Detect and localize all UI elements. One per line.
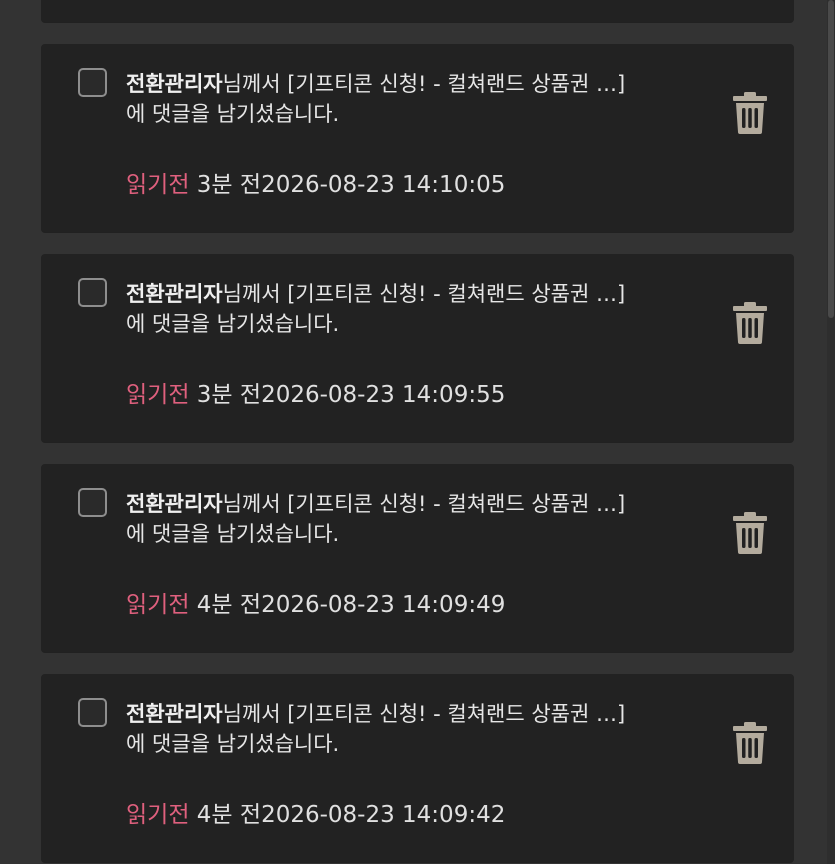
- notification-message: 전환관리자님께서 [기프티콘 신청! - 컬쳐랜드 상품권 …] 에 댓글을 남…: [126, 489, 716, 549]
- select-checkbox[interactable]: [78, 278, 107, 307]
- scrollbar-track[interactable]: [827, 0, 835, 864]
- message-text: 님께서 [기프티콘 신청! - 컬쳐랜드 상품권 …]: [222, 72, 626, 96]
- message-text: 님께서 [기프티콘 신청! - 컬쳐랜드 상품권 …]: [222, 282, 626, 306]
- notification-meta: 읽기전 4분 전2026-08-23 14:09:42: [126, 800, 505, 830]
- notification-card[interactable]: 전환관리자님께서 [기프티콘 신청! - 컬쳐랜드 상품권 …] 에 댓글을 남…: [41, 44, 794, 232]
- message-text: 님께서 [기프티콘 신청! - 컬쳐랜드 상품권 …]: [222, 492, 626, 516]
- relative-time: 4분 전: [189, 802, 262, 828]
- notification-list: 전환관리자님께서 [기프티콘 신청! - 컬쳐랜드 상품권 …] 에 댓글을 남…: [0, 0, 835, 864]
- scrollbar-thumb[interactable]: [828, 0, 834, 318]
- relative-time: 3분 전: [189, 382, 262, 408]
- notification-card[interactable]: 전환관리자님께서 [기프티콘 신청! - 컬쳐랜드 상품권 …] 에 댓글을 남…: [41, 464, 794, 652]
- unread-status: 읽기전: [126, 382, 190, 408]
- unread-status: 읽기전: [126, 802, 190, 828]
- timestamp: 2026-08-23 14:09:42: [261, 802, 506, 828]
- unread-status: 읽기전: [126, 592, 190, 618]
- notification-message: 전환관리자님께서 [기프티콘 신청! - 컬쳐랜드 상품권 …] 에 댓글을 남…: [126, 69, 716, 129]
- select-checkbox[interactable]: [78, 698, 107, 727]
- notification-message: 전환관리자님께서 [기프티콘 신청! - 컬쳐랜드 상품권 …] 에 댓글을 남…: [126, 279, 716, 339]
- sender-name: 전환관리자: [126, 492, 223, 516]
- message-line-2: 에 댓글을 남기셨습니다.: [126, 312, 340, 336]
- sender-name: 전환관리자: [126, 702, 223, 726]
- message-line-2: 에 댓글을 남기셨습니다.: [126, 522, 340, 546]
- trash-icon[interactable]: [733, 302, 767, 344]
- message-text: 님께서 [기프티콘 신청! - 컬쳐랜드 상품권 …]: [222, 702, 626, 726]
- message-line-2: 에 댓글을 남기셨습니다.: [126, 732, 340, 756]
- relative-time: 3분 전: [189, 172, 262, 198]
- select-checkbox[interactable]: [78, 68, 107, 97]
- notification-card[interactable]: 전환관리자님께서 [기프티콘 신청! - 컬쳐랜드 상품권 …] 에 댓글을 남…: [41, 254, 794, 442]
- trash-icon[interactable]: [733, 512, 767, 554]
- sender-name: 전환관리자: [126, 282, 223, 306]
- notification-card-partial: [41, 0, 794, 22]
- message-line-2: 에 댓글을 남기셨습니다.: [126, 102, 340, 126]
- timestamp: 2026-08-23 14:09:55: [261, 382, 506, 408]
- message-line-1: 전환관리자님께서 [기프티콘 신청! - 컬쳐랜드 상품권 …]: [126, 489, 716, 519]
- trash-icon[interactable]: [733, 722, 767, 764]
- trash-icon[interactable]: [733, 92, 767, 134]
- notification-message: 전환관리자님께서 [기프티콘 신청! - 컬쳐랜드 상품권 …] 에 댓글을 남…: [126, 699, 716, 759]
- notification-card[interactable]: 전환관리자님께서 [기프티콘 신청! - 컬쳐랜드 상품권 …] 에 댓글을 남…: [41, 674, 794, 862]
- timestamp: 2026-08-23 14:09:49: [261, 592, 506, 618]
- timestamp: 2026-08-23 14:10:05: [261, 172, 506, 198]
- notification-meta: 읽기전 3분 전2026-08-23 14:10:05: [126, 170, 505, 200]
- notification-meta: 읽기전 3분 전2026-08-23 14:09:55: [126, 380, 505, 410]
- message-line-1: 전환관리자님께서 [기프티콘 신청! - 컬쳐랜드 상품권 …]: [126, 279, 716, 309]
- message-line-1: 전환관리자님께서 [기프티콘 신청! - 컬쳐랜드 상품권 …]: [126, 699, 716, 729]
- relative-time: 4분 전: [189, 592, 262, 618]
- notification-meta: 읽기전 4분 전2026-08-23 14:09:49: [126, 590, 505, 620]
- unread-status: 읽기전: [126, 172, 190, 198]
- sender-name: 전환관리자: [126, 72, 223, 96]
- select-checkbox[interactable]: [78, 488, 107, 517]
- message-line-1: 전환관리자님께서 [기프티콘 신청! - 컬쳐랜드 상품권 …]: [126, 69, 716, 99]
